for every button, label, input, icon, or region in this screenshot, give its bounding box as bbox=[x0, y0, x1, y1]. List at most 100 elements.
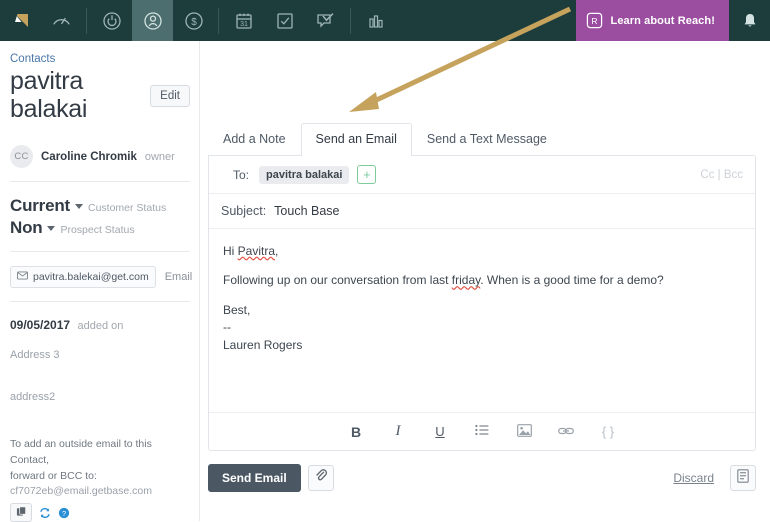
body-line-greeting: Hi Pavitra, bbox=[223, 244, 279, 258]
chevron-down-icon bbox=[75, 204, 83, 209]
svg-text:?: ? bbox=[62, 509, 66, 518]
prospect-status-value: Non bbox=[10, 218, 43, 237]
to-label: To: bbox=[233, 167, 250, 182]
contact-person-icon bbox=[142, 10, 164, 32]
nav-item-tasks[interactable] bbox=[264, 0, 305, 41]
svg-text:R: R bbox=[591, 16, 597, 26]
email-kind-label: Email bbox=[164, 271, 193, 283]
avatar: CC bbox=[10, 145, 33, 168]
refresh-icon[interactable] bbox=[39, 507, 51, 519]
power-person-icon bbox=[101, 10, 123, 32]
email-row: pavitra.balekai@get.com Email bbox=[10, 266, 193, 288]
insert-link-button[interactable] bbox=[557, 423, 575, 441]
prospect-status-row[interactable]: Non Prospect Status bbox=[10, 218, 190, 238]
copy-button[interactable] bbox=[10, 503, 32, 522]
chat-check-icon bbox=[315, 11, 336, 31]
underline-button[interactable]: U bbox=[431, 423, 449, 441]
send-email-button[interactable]: Send Email bbox=[208, 464, 301, 492]
copy-icon bbox=[16, 504, 27, 522]
owner-role: owner bbox=[144, 150, 175, 163]
bell-icon bbox=[742, 12, 758, 30]
misspelled-word: friday bbox=[451, 273, 481, 288]
edit-button[interactable]: Edit bbox=[150, 84, 190, 107]
bullet-list-button[interactable] bbox=[473, 423, 491, 441]
customer-status-label: Customer Status bbox=[88, 202, 167, 214]
nav-item-communication[interactable] bbox=[305, 0, 346, 41]
formatting-toolbar: B I U {} bbox=[209, 412, 755, 450]
nav-divider-2 bbox=[218, 7, 219, 34]
svg-text:$: $ bbox=[191, 17, 197, 28]
reach-banner-label: Learn about Reach! bbox=[610, 14, 715, 27]
address-line-1: Address 3 bbox=[10, 349, 60, 361]
help-circle-icon[interactable]: ? bbox=[58, 507, 70, 519]
body-line-signoff: Best, bbox=[223, 302, 251, 317]
nav-item-contacts[interactable] bbox=[132, 0, 173, 41]
nav-divider-3 bbox=[350, 7, 351, 34]
address-line-2: address2 bbox=[10, 391, 56, 403]
template-button[interactable] bbox=[730, 465, 756, 491]
nav-item-deals[interactable]: $ bbox=[173, 0, 214, 41]
chevron-down-icon bbox=[47, 226, 56, 231]
contact-email-chip[interactable]: pavitra.balekai@get.com bbox=[10, 266, 156, 288]
outside-email-block: To add an outside email to this Contact,… bbox=[10, 437, 190, 522]
discard-link[interactable]: Discard bbox=[673, 471, 714, 485]
contact-sidebar: Contacts pavitra balakai Edit CC Carolin… bbox=[0, 41, 200, 522]
misspelled-word: Pavitra bbox=[237, 244, 276, 258]
tab-send-an-email[interactable]: Send an Email bbox=[300, 122, 412, 156]
sidebar-divider-2 bbox=[10, 251, 190, 252]
add-recipient-button[interactable]: + bbox=[357, 165, 377, 184]
bold-button[interactable]: B bbox=[347, 423, 365, 441]
body-line-signature: Lauren Rogers bbox=[223, 337, 303, 352]
customer-status-value: Current bbox=[10, 196, 70, 215]
subject-label: Subject: bbox=[221, 204, 267, 218]
cc-bcc-toggle[interactable]: Cc | Bcc bbox=[700, 169, 743, 181]
navbar-spacer bbox=[396, 0, 576, 41]
insert-image-button[interactable] bbox=[515, 423, 533, 441]
nav-divider-1 bbox=[86, 7, 87, 34]
subject-row[interactable]: Subject: Touch Base bbox=[209, 194, 755, 229]
attach-file-button[interactable] bbox=[307, 465, 334, 491]
owner-name: Caroline Chromik bbox=[41, 150, 137, 163]
nav-item-calendar[interactable]: 31 bbox=[223, 0, 264, 41]
body-line-main: Following up on our conversation from la… bbox=[223, 273, 664, 288]
breadcrumb[interactable]: Contacts bbox=[10, 53, 190, 65]
added-on-label: added on bbox=[77, 320, 124, 332]
subject-input[interactable]: Touch Base bbox=[274, 204, 339, 218]
email-body-editor[interactable]: Hi Pavitra, Following up on our conversa… bbox=[209, 229, 755, 412]
list-icon bbox=[475, 424, 489, 439]
italic-button[interactable]: I bbox=[389, 423, 407, 441]
page-title: pavitra balakai bbox=[10, 67, 88, 123]
notifications-button[interactable] bbox=[729, 0, 770, 41]
sidebar-divider-1 bbox=[10, 181, 190, 182]
contact-email-value: pavitra.balekai@get.com bbox=[33, 271, 149, 283]
nav-item-leads[interactable] bbox=[91, 0, 132, 41]
tab-add-a-note[interactable]: Add a Note bbox=[208, 123, 301, 156]
prospect-status-label: Prospect Status bbox=[60, 224, 135, 236]
owner-row: CC Caroline Chromik owner bbox=[10, 145, 190, 168]
nav-item-reports[interactable] bbox=[355, 0, 396, 41]
svg-text:31: 31 bbox=[240, 21, 248, 28]
recipient-chip[interactable]: pavitra balakai bbox=[259, 165, 350, 184]
merge-field-button[interactable]: { } bbox=[599, 423, 617, 441]
email-composer: To: pavitra balakai + Cc | Bcc Subject: … bbox=[208, 155, 756, 451]
nav-item-logo[interactable] bbox=[0, 0, 41, 41]
composer-action-bar: Send Email Discard bbox=[208, 464, 756, 492]
learn-about-reach-banner[interactable]: R Learn about Reach! bbox=[575, 0, 729, 41]
calendar-31-icon: 31 bbox=[234, 11, 254, 31]
contact-title-row: pavitra balakai Edit bbox=[10, 67, 190, 123]
checkbox-icon bbox=[275, 11, 295, 31]
nav-item-dashboard[interactable] bbox=[41, 0, 82, 41]
envelope-icon bbox=[17, 271, 28, 283]
customer-status-row[interactable]: Current Customer Status bbox=[10, 196, 190, 216]
top-navbar: $ 31 R Learn about Reach! bbox=[0, 0, 770, 41]
reach-box-icon: R bbox=[586, 12, 603, 29]
tab-send-a-text-message[interactable]: Send a Text Message bbox=[412, 123, 562, 156]
outside-email-line-1: To add an outside email to this Contact, bbox=[10, 438, 152, 466]
sidebar-divider-3 bbox=[10, 301, 190, 302]
flag-logo-icon bbox=[11, 11, 31, 31]
added-on-row: 09/05/2017 added on bbox=[10, 316, 190, 334]
image-icon bbox=[516, 423, 532, 440]
body-line-sigsep: -- bbox=[223, 320, 231, 335]
bar-chart-icon bbox=[366, 11, 386, 31]
outside-email-actions: ? bbox=[10, 503, 190, 522]
